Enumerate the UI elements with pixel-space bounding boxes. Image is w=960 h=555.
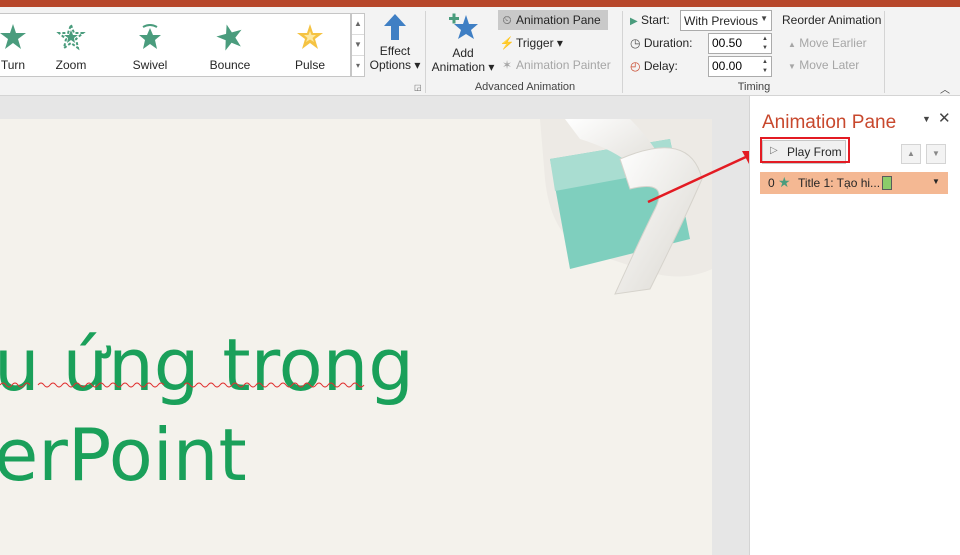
animation-painter-button[interactable]: ✶ Animation Painter [498,55,611,75]
trigger-label: Trigger ▾ [516,36,563,50]
dialog-launcher-icon[interactable]: ◲ [414,83,422,92]
advanced-animation-group-label: Advanced Animation [474,81,576,93]
slide-title-line2[interactable]: erPoint [0,419,247,491]
delay-label: Delay: [643,59,678,73]
animation-item-index: 0 [768,176,775,190]
slide-title-line1[interactable]: u ứng trong [0,329,414,401]
duration-input[interactable] [709,34,763,51]
move-earlier-label: Move Earlier [799,36,867,50]
stepper-up-icon[interactable]: ▲ [761,35,769,43]
delay-input[interactable] [709,57,763,74]
star-icon: ★ [778,174,791,190]
gallery-item-label: Bounce [209,58,251,72]
chevron-down-icon[interactable]: ▼ [932,177,940,186]
collapse-ribbon-icon[interactable]: ︿ [940,81,950,96]
effect-options-label: Effect [379,44,411,58]
delay-stepper[interactable]: ▲ ▼ [708,56,772,77]
gallery-item-pulse[interactable]: Pulse [275,20,345,72]
move-earlier-button[interactable]: ▲ Move Earlier [788,33,867,53]
animation-list-item[interactable]: 0 ★ Title 1: Tạo hi... ▼ [760,172,948,194]
slide-canvas[interactable]: u ứng trong erPoint [0,119,712,555]
add-animation-label: Animation ▾ [431,60,495,74]
effect-options-label: Options ▾ [369,58,421,72]
turn-icon [0,24,26,49]
stepper-down-icon[interactable]: ▼ [761,44,769,52]
gallery-item-label: Swivel [132,58,168,72]
gallery-more-icon[interactable]: ▾ [352,56,364,76]
chevron-down-icon[interactable]: ▼ [760,14,768,23]
animation-gallery: Turn Zoom Swivel Bounce Pulse [0,13,351,77]
duration-label: Duration: [643,36,693,50]
trigger-button[interactable]: ⚡ Trigger ▾ [498,33,563,53]
lightning-icon: ⚡ [499,36,515,50]
duration-stepper[interactable]: ▲ ▼ [708,33,772,54]
triangle-up-icon: ▲ [788,40,796,49]
add-animation-icon [449,13,478,39]
gallery-item-label: Zoom [55,58,87,72]
play-icon: ▶ [630,16,638,27]
move-later-label: Move Later [799,58,860,72]
start-select-value: With Previous [684,14,759,28]
app-title-bar [0,0,960,7]
delay-row: ◴ Delay: [630,56,678,76]
start-label: Start: [641,13,670,27]
gallery-item-bounce[interactable]: Bounce [195,20,265,72]
gallery-scroll-down-icon[interactable]: ▼ [352,35,364,56]
pane-options-icon[interactable]: ▼ [922,114,931,124]
timeline-bar [882,176,892,190]
animation-item-label: Title 1: Tạo hi... [798,176,881,190]
timing-group-label: Timing [737,81,771,93]
delay-clock-icon: ◴ [630,59,641,73]
clock-icon: ◷ [630,36,641,50]
highlight-box [760,137,850,163]
start-select[interactable]: With Previous ▼ [680,10,772,31]
add-animation-label: Add [452,46,474,60]
close-icon[interactable]: ✕ [938,109,951,127]
move-up-icon[interactable]: ▲ [901,144,921,164]
duration-row: ◷ Duration: [630,33,693,53]
start-row: ▶ Start: [630,10,670,30]
animations-ribbon: Turn Zoom Swivel Bounce Pulse ▲ ▼ ▾ Effe… [0,7,960,96]
animation-painter-label: Animation Painter [516,58,611,72]
group-separator [884,11,885,93]
animation-pane: Animation Pane ▼ ✕ ▷ Play From ▲ ▼ 0 ★ T… [749,96,960,555]
painter-icon: ✶ [501,58,513,72]
animation-pane-icon: ⏲ [502,13,512,27]
gallery-scroll-up-icon[interactable]: ▲ [352,14,364,35]
group-separator [425,11,426,93]
effect-options-button[interactable]: Effect Options ▾ [366,13,424,79]
gallery-item-label: Pulse [294,58,326,72]
pulse-icon [297,24,323,49]
animation-pane-title: Animation Pane [762,112,897,133]
spellcheck-underline [0,382,365,388]
gallery-scrollbar[interactable]: ▲ ▼ ▾ [351,13,365,77]
add-animation-button[interactable]: Add Animation ▾ [430,11,496,79]
animation-pane-button[interactable]: ⏲ Animation Pane [498,10,608,30]
animation-pane-label: Animation Pane [516,13,601,27]
stepper-up-icon[interactable]: ▲ [761,58,769,66]
group-separator [622,11,623,93]
swivel-icon [139,24,161,49]
zoom-icon [56,22,86,51]
move-down-icon[interactable]: ▼ [926,144,946,164]
move-later-button[interactable]: ▼ Move Later [788,55,859,75]
gallery-item-zoom[interactable]: Zoom [36,20,106,72]
bounce-icon [216,24,242,51]
stepper-down-icon[interactable]: ▼ [761,67,769,75]
reorder-animation-label: Reorder Animation [782,13,882,27]
gallery-item-swivel[interactable]: Swivel [115,20,185,72]
arrow-up-icon [384,14,406,40]
triangle-down-icon: ▼ [788,62,796,71]
